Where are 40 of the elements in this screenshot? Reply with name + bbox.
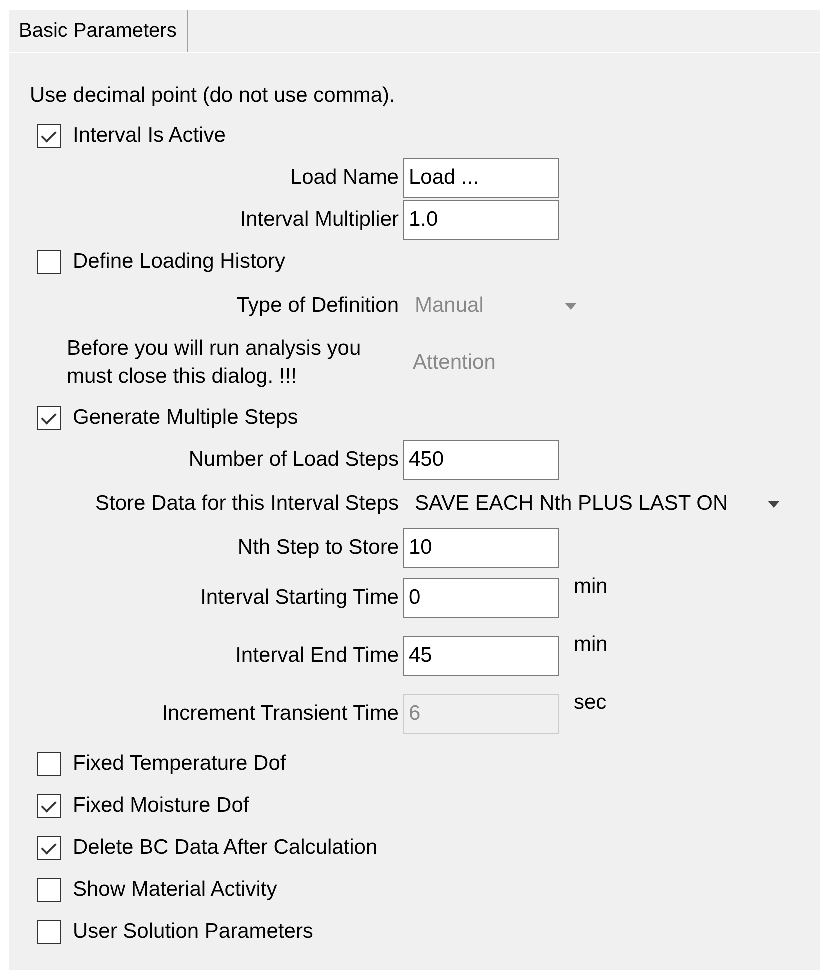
field-label: Interval Starting Time (200, 586, 400, 610)
checkbox[interactable] (37, 250, 61, 274)
checkbox[interactable] (37, 752, 61, 776)
checkbox[interactable] (37, 794, 61, 818)
checkbox[interactable] (37, 836, 61, 860)
checkbox-label[interactable]: User Solution Parameters (73, 920, 314, 944)
field-label: Store Data for this Interval Steps (94, 492, 400, 516)
unit-label: min (574, 633, 608, 657)
input-field[interactable]: 0 (403, 578, 559, 618)
instruction-text: Use decimal point (do not use comma). (30, 84, 396, 108)
field-label: Number of Load Steps (188, 448, 400, 472)
caret-icon (768, 500, 780, 508)
field-label: Load Name (289, 166, 400, 190)
input-field[interactable]: 1.0 (403, 200, 559, 240)
field-label: Interval Multiplier (239, 208, 400, 232)
field-label: Nth Step to Store (236, 536, 400, 560)
input-field[interactable]: 45 (403, 636, 559, 676)
checkbox[interactable] (37, 878, 61, 902)
input-field[interactable]: Load ... (403, 158, 559, 198)
checkbox[interactable] (37, 124, 61, 148)
warning-text: Before you will run analysis you must close this dialog. !!! (66, 336, 362, 390)
checkbox-label[interactable]: Define Loading History (73, 250, 286, 274)
unit-label: min (574, 575, 608, 599)
checkbox[interactable] (37, 406, 61, 430)
checkbox-label[interactable]: Interval Is Active (73, 124, 226, 148)
checkbox-label[interactable]: Fixed Temperature Dof (73, 752, 286, 776)
caret-icon (565, 302, 577, 310)
checkbox-label[interactable]: Delete BC Data After Calculation (73, 836, 378, 860)
checkbox-label[interactable]: Show Material Activity (73, 878, 278, 902)
unit-label: sec (574, 691, 607, 715)
status-text: Attention (413, 351, 496, 375)
checkbox[interactable] (37, 920, 61, 944)
checkbox-label[interactable]: Generate Multiple Steps (73, 406, 298, 430)
checkbox-label[interactable]: Fixed Moisture Dof (73, 794, 250, 818)
field-label: Interval End Time (234, 644, 400, 668)
field-label: Type of Definition (236, 294, 400, 318)
field-label: Increment Transient Time (161, 702, 400, 726)
input-field[interactable]: 450 (403, 440, 559, 480)
dropdown[interactable]: SAVE EACH Nth PLUS LAST ON (403, 492, 780, 516)
input-field[interactable]: 10 (403, 528, 559, 568)
